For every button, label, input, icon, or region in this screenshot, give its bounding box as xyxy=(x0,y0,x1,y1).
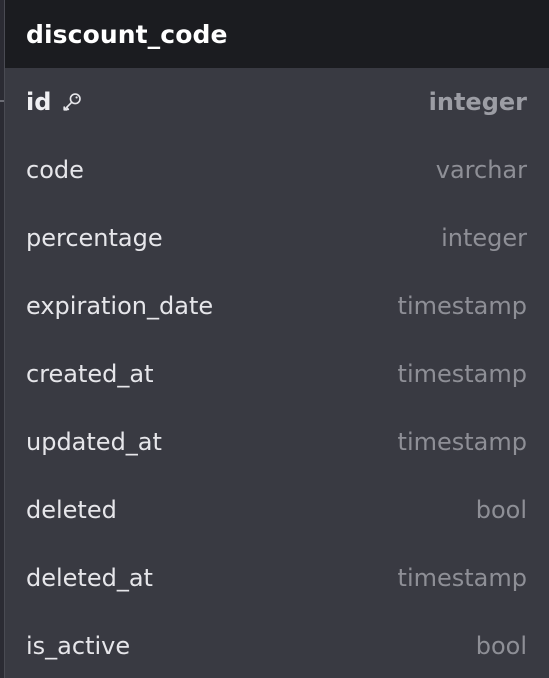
column-row-expiration-date[interactable]: expiration_date timestamp xyxy=(5,272,549,340)
table-title: discount_code xyxy=(26,19,228,49)
column-type: timestamp xyxy=(397,360,527,388)
column-type: integer xyxy=(441,224,527,252)
column-name: code xyxy=(26,156,84,184)
column-row-deleted-at[interactable]: deleted_at timestamp xyxy=(5,544,549,612)
column-row-is-active[interactable]: is_active bool xyxy=(5,612,549,678)
column-name: id xyxy=(26,88,52,116)
column-row-percentage[interactable]: percentage integer xyxy=(5,204,549,272)
column-row-code[interactable]: code varchar xyxy=(5,136,549,204)
table-header[interactable]: discount_code xyxy=(5,0,549,68)
column-type: timestamp xyxy=(397,292,527,320)
column-type: varchar xyxy=(435,156,527,184)
column-row-updated-at[interactable]: updated_at timestamp xyxy=(5,408,549,476)
column-type: bool xyxy=(475,632,527,660)
column-name-cell: id xyxy=(26,88,83,116)
column-type: bool xyxy=(475,496,527,524)
column-name: expiration_date xyxy=(26,292,214,320)
column-type: timestamp xyxy=(397,564,527,592)
column-name: deleted_at xyxy=(26,564,153,592)
column-row-deleted[interactable]: deleted bool xyxy=(5,476,549,544)
column-name: percentage xyxy=(26,224,163,252)
column-name: updated_at xyxy=(26,428,162,456)
column-row-created-at[interactable]: created_at timestamp xyxy=(5,340,549,408)
column-type: integer xyxy=(428,88,527,116)
column-name: deleted xyxy=(26,496,117,524)
column-type: timestamp xyxy=(397,428,527,456)
column-list: id integer code varchar percentage integ… xyxy=(5,68,549,678)
column-name: created_at xyxy=(26,360,154,388)
column-row-id[interactable]: id integer xyxy=(5,68,549,136)
table-card-discount-code[interactable]: discount_code id integer code varchar pe… xyxy=(4,0,549,678)
column-name: is_active xyxy=(26,632,131,660)
key-icon xyxy=(63,93,82,111)
